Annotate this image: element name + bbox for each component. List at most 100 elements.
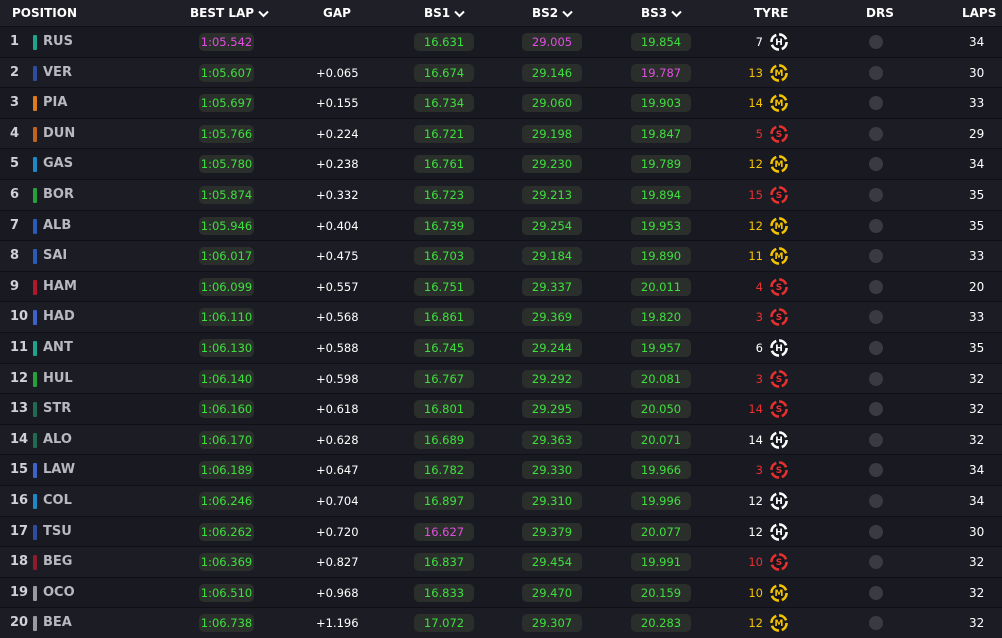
table-row[interactable]: 11 ANT 1:06.130 +0.588 16.745 29.244 19.957 6 H 3… bbox=[0, 332, 1002, 363]
best-sector-3: 20.081 bbox=[631, 369, 691, 388]
gap-value: +0.588 bbox=[316, 341, 359, 355]
driver-code[interactable]: TSU bbox=[43, 517, 72, 547]
tyre-age: 10 bbox=[748, 555, 763, 570]
position-number: 14 bbox=[10, 431, 29, 447]
table-row[interactable]: 3 PIA 1:05.697 +0.155 16.734 29.060 19.903 14 M 3… bbox=[0, 87, 1002, 118]
best-sector-2: 29.470 bbox=[522, 583, 582, 602]
driver-code[interactable]: ALB bbox=[43, 211, 71, 241]
driver-code[interactable]: PIA bbox=[43, 88, 67, 118]
table-row[interactable]: 10 HAD 1:06.110 +0.568 16.861 29.369 19.820 3 S 3… bbox=[0, 301, 1002, 332]
table-row[interactable]: 6 BOR 1:05.874 +0.332 16.723 29.213 19.894 15 S 3… bbox=[0, 179, 1002, 210]
gap-value: +1.196 bbox=[316, 616, 359, 631]
gap-value: +0.224 bbox=[316, 126, 359, 141]
laps-count: 35 bbox=[969, 188, 985, 202]
best-sector-1: 16.627 bbox=[414, 522, 474, 541]
tyre-compound-icon: S bbox=[770, 186, 788, 204]
driver-code[interactable]: HAD bbox=[43, 302, 75, 332]
tyre-age: 5 bbox=[755, 126, 763, 141]
table-row[interactable]: 18 BEG 1:06.369 +0.827 16.837 29.454 19.991 10 S… bbox=[0, 546, 1002, 577]
table-row[interactable]: 5 GAS 1:05.780 +0.238 16.761 29.230 19.789 12 M 3… bbox=[0, 148, 1002, 179]
team-color-bar bbox=[33, 249, 37, 265]
header-bs1[interactable]: BS1 bbox=[424, 0, 465, 26]
best-lap-time: 1:06.738 bbox=[199, 614, 254, 633]
best-lap-time: 1:06.189 bbox=[199, 461, 254, 480]
header-best-lap[interactable]: BEST LAP bbox=[190, 0, 269, 26]
table-row[interactable]: 2 VER 1:05.607 +0.065 16.674 29.146 19.787 13 M 3… bbox=[0, 56, 1002, 88]
driver-code[interactable]: COL bbox=[43, 486, 72, 516]
laps-count: 32 bbox=[969, 555, 985, 570]
header-drs[interactable]: DRS bbox=[866, 0, 894, 26]
table-row[interactable]: 19 OCO 1:06.510 +0.968 16.833 29.470 20.159 10 M… bbox=[0, 576, 1002, 608]
best-sector-1: 16.674 bbox=[414, 63, 474, 82]
gap-value: +0.704 bbox=[316, 494, 359, 508]
header-bs2[interactable]: BS2 bbox=[532, 0, 573, 26]
table-row[interactable]: 9 HAM 1:06.099 +0.557 16.751 29.337 20.011 4 S 20 bbox=[0, 270, 1002, 302]
table-row[interactable]: 13 STR 1:06.160 +0.618 16.801 29.295 20.050 14 S… bbox=[0, 393, 1002, 424]
driver-code[interactable]: OCO bbox=[43, 578, 75, 608]
position-number: 2 bbox=[10, 64, 20, 80]
driver-code[interactable]: HUL bbox=[43, 364, 73, 394]
header-laps[interactable]: LAPS bbox=[962, 0, 996, 26]
tyre-compound-icon: H bbox=[770, 33, 788, 51]
tyre-compound-icon: M bbox=[770, 614, 788, 633]
table-row[interactable]: 7 ALB 1:05.946 +0.404 16.739 29.254 19.953 12 M 3… bbox=[0, 209, 1002, 241]
laps-count: 30 bbox=[969, 65, 985, 80]
table-row[interactable]: 4 DUN 1:05.766 +0.224 16.721 29.198 19.847 5 S 29 bbox=[0, 117, 1002, 149]
best-sector-2: 29.230 bbox=[522, 155, 582, 174]
svg-text:M: M bbox=[775, 620, 784, 630]
gap-value: +0.065 bbox=[316, 65, 359, 80]
driver-code[interactable]: BEA bbox=[43, 608, 72, 638]
table-row[interactable]: 14 ALO 1:06.170 +0.628 16.689 29.363 20.071 14 H… bbox=[0, 423, 1002, 455]
table-row[interactable]: 1 RUS 1:05.542 16.631 29.005 19.854 7 H 34 bbox=[0, 26, 1002, 57]
best-sector-2: 29.369 bbox=[522, 308, 582, 327]
best-lap-time: 1:05.780 bbox=[199, 155, 254, 174]
svg-text:H: H bbox=[775, 344, 783, 354]
header-position[interactable]: POSITION bbox=[12, 0, 77, 26]
table-row[interactable]: 12 HUL 1:06.140 +0.598 16.767 29.292 20.081 3 S 3… bbox=[0, 362, 1002, 394]
driver-code[interactable]: LAW bbox=[43, 455, 75, 485]
tyre-age: 10 bbox=[748, 585, 763, 600]
best-sector-3: 20.283 bbox=[631, 614, 691, 633]
team-color-bar bbox=[33, 157, 37, 173]
driver-code[interactable]: HAM bbox=[43, 272, 77, 302]
table-row[interactable]: 15 LAW 1:06.189 +0.647 16.782 29.330 19.966 3 S 3… bbox=[0, 454, 1002, 485]
driver-code[interactable]: STR bbox=[43, 394, 71, 424]
header-bs3-label: BS3 bbox=[641, 6, 668, 20]
header-tyre[interactable]: TYRE bbox=[754, 0, 788, 26]
gap-value: +0.475 bbox=[316, 249, 359, 264]
driver-code[interactable]: RUS bbox=[43, 27, 73, 57]
driver-code[interactable]: SAI bbox=[43, 241, 67, 271]
tyre-age: 14 bbox=[748, 432, 763, 447]
svg-text:H: H bbox=[775, 436, 783, 446]
gap-value: +0.618 bbox=[316, 402, 359, 417]
header-gap[interactable]: GAP bbox=[323, 0, 351, 26]
gap-value: +0.404 bbox=[316, 218, 359, 233]
laps-count: 32 bbox=[969, 402, 985, 417]
tyre-age: 14 bbox=[748, 96, 763, 111]
team-color-bar bbox=[33, 616, 37, 632]
driver-code[interactable]: DUN bbox=[43, 119, 75, 149]
laps-count: 32 bbox=[969, 371, 985, 386]
position-number: 17 bbox=[10, 523, 29, 539]
table-row[interactable]: 20 BEA 1:06.738 +1.196 17.072 29.307 20.283 12 M… bbox=[0, 607, 1002, 638]
best-sector-1: 17.072 bbox=[414, 614, 474, 633]
svg-text:H: H bbox=[775, 497, 783, 507]
table-row[interactable]: 8 SAI 1:06.017 +0.475 16.703 29.184 19.890 11 M 3… bbox=[0, 240, 1002, 271]
best-sector-2: 29.146 bbox=[522, 63, 582, 82]
gap-value: +0.598 bbox=[316, 371, 359, 386]
driver-code[interactable]: VER bbox=[43, 58, 72, 88]
header-bs3[interactable]: BS3 bbox=[641, 0, 682, 26]
table-row[interactable]: 16 COL 1:06.246 +0.704 16.897 29.310 19.996 12 H… bbox=[0, 485, 1002, 516]
svg-text:S: S bbox=[776, 191, 782, 201]
svg-text:M: M bbox=[775, 252, 784, 262]
driver-code[interactable]: BEG bbox=[43, 547, 72, 577]
table-row[interactable]: 17 TSU 1:06.262 +0.720 16.627 29.379 20.077 12 H… bbox=[0, 515, 1002, 547]
driver-code[interactable]: ANT bbox=[43, 333, 73, 363]
tyre-compound-icon: S bbox=[770, 124, 788, 143]
driver-code[interactable]: BOR bbox=[43, 180, 74, 210]
drs-indicator bbox=[869, 249, 883, 264]
driver-code[interactable]: GAS bbox=[43, 149, 73, 179]
driver-code[interactable]: ALO bbox=[43, 425, 72, 455]
best-sector-2: 29.060 bbox=[522, 94, 582, 113]
tyre-compound-icon: M bbox=[770, 247, 788, 266]
